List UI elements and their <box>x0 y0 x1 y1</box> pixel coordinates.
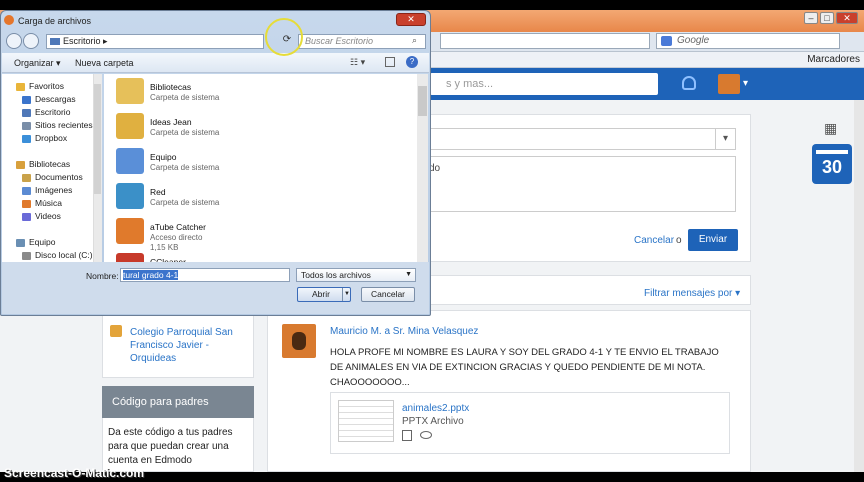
nav-item[interactable]: Disco local (C:) <box>35 250 93 260</box>
folder-icon <box>22 135 31 143</box>
file-size: 1,15 KB <box>150 243 179 252</box>
minimize-button[interactable]: – <box>804 12 818 24</box>
search-icon[interactable]: ⌕ <box>412 35 417 46</box>
nav-item[interactable]: Sitios recientes <box>35 120 93 130</box>
folder-icon <box>22 122 31 130</box>
cursor-highlight <box>265 18 303 56</box>
nav-item[interactable]: Imágenes <box>35 185 72 195</box>
nav-scrollbar-thumb[interactable] <box>94 84 101 194</box>
dialog-cancel-button[interactable]: Cancelar <box>361 287 415 302</box>
file-name[interactable]: aTube Catcher <box>150 222 206 232</box>
or-text: o <box>676 235 682 246</box>
file-type: Carpeta de sistema <box>150 128 220 137</box>
folder-icon <box>16 161 25 169</box>
path-breadcrumb[interactable]: Escritorio ▸ <box>46 34 264 49</box>
browser-search-placeholder: Google <box>677 35 710 46</box>
notifications-bell-icon[interactable] <box>682 76 696 90</box>
nav-item[interactable]: Música <box>35 198 62 208</box>
folder-icon <box>22 252 31 260</box>
browser-search-input[interactable]: Google <box>656 33 840 49</box>
file-type: Carpeta de sistema <box>150 163 220 172</box>
school-link[interactable]: Colegio Parroquial San Francisco Javier … <box>130 326 242 365</box>
open-options-arrow[interactable]: ▼ <box>342 288 351 301</box>
school-icon <box>110 325 122 337</box>
file-type: Acceso directo <box>150 233 203 242</box>
parents-code-text: Da este código a tus padres para que pue… <box>108 427 233 466</box>
folder-icon <box>22 187 31 195</box>
filetype-value: Todos los archivos <box>301 270 371 280</box>
folder-icon <box>22 174 31 182</box>
nav-item[interactable]: Dropbox <box>35 133 67 143</box>
file-name[interactable]: Ideas Jean <box>150 117 192 127</box>
chevron-down-icon: ▼ <box>405 271 412 278</box>
attachment-type: PPTX Archivo <box>402 416 464 427</box>
new-folder-button[interactable]: Nueva carpeta <box>75 58 134 68</box>
folder-icon <box>16 83 25 91</box>
nav-item[interactable]: Descargas <box>35 94 76 104</box>
nav-item[interactable]: Bibliotecas <box>29 159 70 169</box>
download-icon[interactable] <box>402 430 412 441</box>
attachment-thumbnail[interactable] <box>338 400 394 442</box>
post-author-avatar[interactable] <box>282 324 316 358</box>
send-button[interactable]: Enviar <box>688 229 738 251</box>
folder-icon <box>22 96 31 104</box>
file-icon[interactable] <box>116 183 144 209</box>
filter-label: Filtrar mensajes por <box>644 288 733 299</box>
window-controls: – □ ✕ <box>804 12 858 24</box>
file-name[interactable]: Bibliotecas <box>150 82 191 92</box>
organize-menu[interactable]: Organizar ▾ <box>14 58 61 69</box>
parents-code-title: Código para padres <box>102 386 254 418</box>
folder-icon <box>22 200 31 208</box>
file-icon[interactable] <box>116 148 144 174</box>
file-name[interactable]: Equipo <box>150 152 176 162</box>
dialog-search-input[interactable]: Buscar Escritorio <box>298 34 426 49</box>
file-icon[interactable] <box>116 218 144 244</box>
back-button[interactable] <box>6 33 22 49</box>
firefox-icon <box>4 15 14 25</box>
file-type: Carpeta de sistema <box>150 93 220 102</box>
nav-item[interactable]: Videos <box>35 211 61 221</box>
file-icon[interactable] <box>116 78 144 104</box>
help-icon[interactable]: ? <box>406 56 418 68</box>
watermark: Screencast-O-Matic.com <box>4 466 145 480</box>
page-scrollbar[interactable] <box>854 100 864 472</box>
edmodo-search-input[interactable]: s y mas... <box>430 73 658 95</box>
eye-icon[interactable] <box>420 431 432 439</box>
filetype-select[interactable]: Todos los archivos ▼ <box>296 268 416 282</box>
file-icon[interactable] <box>116 113 144 139</box>
folder-icon <box>22 109 31 117</box>
composer-cancel-link[interactable]: Cancelar <box>634 235 674 246</box>
forward-button[interactable] <box>23 33 39 49</box>
bookmarks-menu[interactable]: Marcadores <box>807 54 860 65</box>
dialog-close-button[interactable]: ✕ <box>396 13 426 26</box>
post-author[interactable]: Mauricio M. a Sr. Mina Velasquez <box>330 326 478 337</box>
filename-value: tural grado 4-1 <box>123 270 179 280</box>
folder-icon <box>22 213 31 221</box>
user-avatar[interactable] <box>718 74 740 94</box>
nav-item[interactable]: Escritorio <box>35 107 70 117</box>
file-name[interactable]: Red <box>150 187 166 197</box>
calendar-icon[interactable]: 30 <box>812 144 852 184</box>
google-icon <box>661 36 672 46</box>
address-bar[interactable] <box>440 33 650 49</box>
apps-grid-icon[interactable]: ▦ <box>824 120 837 137</box>
maximize-button[interactable]: □ <box>820 12 834 24</box>
attachment-name[interactable]: animales2.pptx <box>402 403 469 414</box>
file-type: Carpeta de sistema <box>150 198 220 207</box>
nav-item[interactable]: Equipo <box>29 237 55 247</box>
chevron-down-icon[interactable]: ▾ <box>743 78 748 89</box>
folder-icon <box>16 239 25 247</box>
view-options-icon[interactable]: ☷ ▾ <box>350 57 365 68</box>
post-body: HOLA PROFE MI NOMBRE ES LAURA Y SOY DEL … <box>330 347 719 388</box>
nav-item[interactable]: Documentos <box>35 172 83 182</box>
close-window-button[interactable]: ✕ <box>836 12 858 24</box>
nav-item[interactable]: Favoritos <box>29 81 64 91</box>
filter-messages-dropdown[interactable]: Filtrar mensajes por ▾ <box>644 288 740 299</box>
dialog-title: Carga de archivos <box>18 16 92 26</box>
file-scrollbar-thumb[interactable] <box>418 86 427 116</box>
chevron-down-icon: ▾ <box>715 129 735 149</box>
filename-label: Nombre: <box>86 271 119 281</box>
filename-input[interactable]: tural grado 4-1 <box>120 268 290 282</box>
preview-pane-icon[interactable] <box>385 57 395 67</box>
